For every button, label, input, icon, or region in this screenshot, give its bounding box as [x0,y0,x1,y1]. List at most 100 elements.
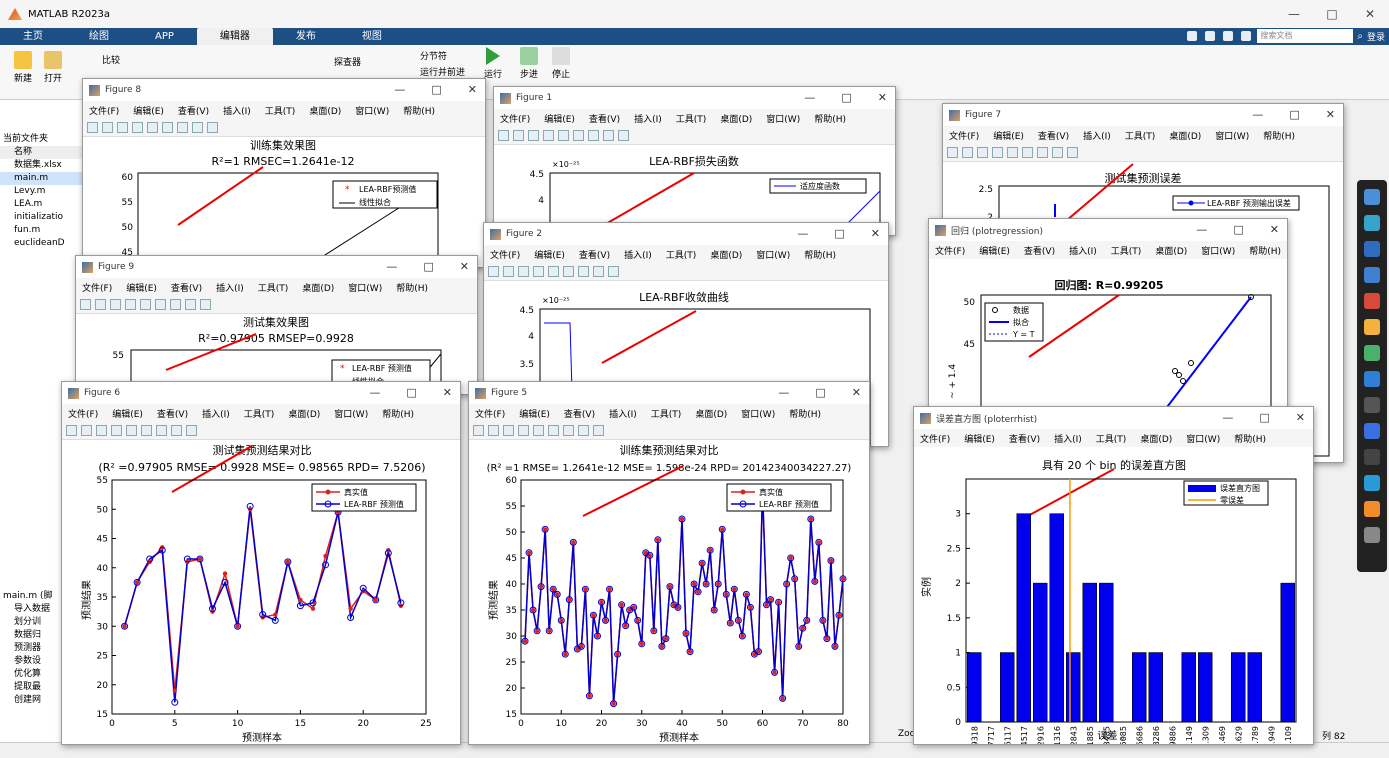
tab-plots[interactable]: 绘图 [66,28,132,45]
new-figure-icon[interactable] [80,299,91,310]
menu-desktop[interactable]: 桌面(D) [695,407,727,420]
print-icon[interactable] [533,266,544,277]
pointer-icon[interactable] [578,425,589,436]
menu-view[interactable]: 查看(V) [171,281,202,294]
maximize-button[interactable]: □ [834,227,844,240]
app-icon[interactable] [1364,449,1380,465]
legend-icon[interactable] [170,299,181,310]
quick-access-icon[interactable] [1205,31,1216,41]
file-item[interactable]: fun.m [0,224,89,237]
menu-help[interactable]: 帮助(H) [1234,432,1266,445]
file-item[interactable]: LEA.m [0,198,89,211]
close-button[interactable]: ✕ [460,260,469,273]
colorbar-icon[interactable] [155,299,166,310]
menu-edit[interactable]: 编辑(E) [544,112,575,125]
user-icon[interactable] [1364,215,1380,231]
more-icon[interactable] [1364,397,1380,413]
link-icon[interactable] [533,425,544,436]
run-advance-button[interactable]: 运行并前进 [420,65,465,78]
menu-edit[interactable]: 编辑(E) [126,281,157,294]
menu-desktop[interactable]: 桌面(D) [710,248,742,261]
save-icon[interactable] [117,122,128,133]
menu-insert[interactable]: 插入(I) [609,407,637,420]
menu-file[interactable]: 文件(F) [68,407,98,420]
menu-file[interactable]: 文件(F) [500,112,530,125]
maximize-button[interactable]: □ [1313,0,1351,28]
menu-file[interactable]: 文件(F) [920,432,950,445]
colorbar-icon[interactable] [563,266,574,277]
new-figure-icon[interactable] [473,425,484,436]
maximize-button[interactable]: □ [423,260,433,273]
print-icon[interactable] [132,122,143,133]
menu-tools[interactable]: 工具(T) [265,104,296,117]
panel-icon[interactable] [593,425,604,436]
search-icon[interactable]: ⌕ [1357,31,1363,42]
tab-editor[interactable]: 编辑器 [196,28,273,45]
menu-tools[interactable]: 工具(T) [244,407,275,420]
open-button[interactable]: 打开 [44,51,62,84]
menu-help[interactable]: 帮助(H) [382,407,414,420]
close-button[interactable]: ✕ [1326,108,1335,121]
menu-file[interactable]: 文件(F) [490,248,520,261]
menu-help[interactable]: 帮助(H) [789,407,821,420]
search-docs-input[interactable]: 搜索文档 [1257,29,1354,43]
file-item[interactable]: initializatio [0,211,89,224]
section-break-button[interactable]: 分节符 [420,49,447,62]
menu-view[interactable]: 查看(V) [1024,244,1055,257]
panel-icon[interactable] [618,130,629,141]
legend-icon[interactable] [578,266,589,277]
pointer-icon[interactable] [603,130,614,141]
menu-tools[interactable]: 工具(T) [676,112,707,125]
save-icon[interactable] [503,425,514,436]
menu-window[interactable]: 窗口(W) [741,407,775,420]
app-icon[interactable] [1364,293,1380,309]
maximize-button[interactable]: □ [1233,223,1243,236]
minimize-button[interactable]: — [778,386,789,399]
link-icon[interactable] [548,266,559,277]
menu-file[interactable]: 文件(F) [475,407,505,420]
menu-desktop[interactable]: 桌面(D) [1169,129,1201,142]
close-button[interactable]: ✕ [878,91,887,104]
menu-insert[interactable]: 插入(I) [1083,129,1111,142]
menu-help[interactable]: 帮助(H) [804,248,836,261]
minimize-button[interactable]: — [369,386,380,399]
legend-icon[interactable] [156,425,167,436]
doc-icon[interactable] [1364,267,1380,283]
menu-desktop[interactable]: 桌面(D) [302,281,334,294]
login-link[interactable]: 登录 [1367,30,1385,43]
pointer-icon[interactable] [185,299,196,310]
menu-edit[interactable]: 编辑(E) [112,407,143,420]
figure-6-window[interactable]: Figure 6— □ ✕ 文件(F) 编辑(E) 查看(V) 插入(I) 工具(T) 桌面(… [61,381,461,745]
panel-icon[interactable] [207,122,218,133]
menu-edit[interactable]: 编辑(E) [993,129,1024,142]
print-icon[interactable] [992,147,1003,158]
run-button[interactable]: 运行 [484,47,502,80]
new-figure-icon[interactable] [947,147,958,158]
pointer-icon[interactable] [593,266,604,277]
figure-5-window[interactable]: Figure 5— □ ✕ 文件(F) 编辑(E) 查看(V) 插入(I) 工具(T) 桌面(… [468,381,870,745]
menu-window[interactable]: 窗口(W) [766,112,800,125]
save-icon[interactable] [977,147,988,158]
monitor-icon[interactable] [1364,475,1380,491]
menu-insert[interactable]: 插入(I) [216,281,244,294]
desktop-icon[interactable] [1364,189,1380,205]
menu-view[interactable]: 查看(V) [564,407,595,420]
save-icon[interactable] [528,130,539,141]
quick-access-icon[interactable] [1187,31,1198,41]
menu-tools[interactable]: 工具(T) [651,407,682,420]
menu-desktop[interactable]: 桌面(D) [288,407,320,420]
new-button[interactable]: 新建 [14,51,32,84]
menu-insert[interactable]: 插入(I) [624,248,652,261]
save-icon[interactable] [96,425,107,436]
minimize-button[interactable]: — [804,91,815,104]
menu-file[interactable]: 文件(F) [82,281,112,294]
file-item[interactable]: main.m [0,172,89,185]
tab-publish[interactable]: 发布 [273,28,339,45]
open-icon[interactable] [513,130,524,141]
figure-9-window[interactable]: Figure 9— □ ✕ 文件(F) 编辑(E) 查看(V) 插入(I) 工具(T) 桌面(… [75,255,478,395]
close-button[interactable]: ✕ [468,83,477,96]
link-icon[interactable] [147,122,158,133]
link-icon[interactable] [140,299,151,310]
menu-insert[interactable]: 插入(I) [202,407,230,420]
menu-view[interactable]: 查看(V) [579,248,610,261]
